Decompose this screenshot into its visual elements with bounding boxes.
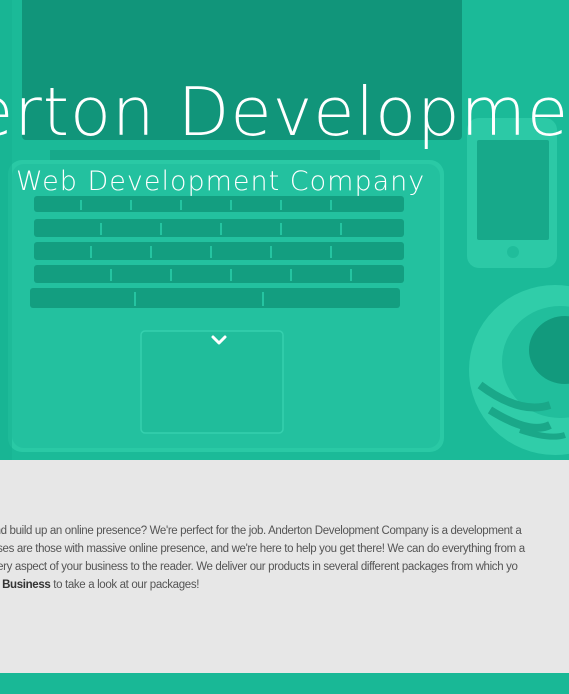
- about-line-3: eys every aspect of your business to the…: [0, 561, 518, 573]
- about-line-4-rest: to take a look at our packages!: [50, 579, 200, 591]
- about-section: evel and build up an online presence? We…: [0, 460, 569, 673]
- page: erton Developmen Web Development Company…: [0, 0, 569, 694]
- hero-background-laptop-image: [0, 0, 569, 460]
- next-section-strip: [0, 673, 569, 694]
- hero-title: erton Developmen: [0, 73, 569, 151]
- grow-your-business-link[interactable]: d Your Business: [0, 579, 51, 591]
- about-paragraph: evel and build up an online presence? We…: [0, 522, 569, 594]
- about-line-4: d Your Business to take a look at our pa…: [0, 576, 569, 594]
- hero-subtitle: Web Development Company: [16, 166, 426, 197]
- about-line-1: evel and build up an online presence? We…: [0, 525, 522, 537]
- hero-section: erton Developmen Web Development Company: [0, 0, 569, 460]
- about-line-2: usinesses are those with massive online …: [0, 543, 525, 555]
- chevron-down-icon[interactable]: [208, 332, 230, 350]
